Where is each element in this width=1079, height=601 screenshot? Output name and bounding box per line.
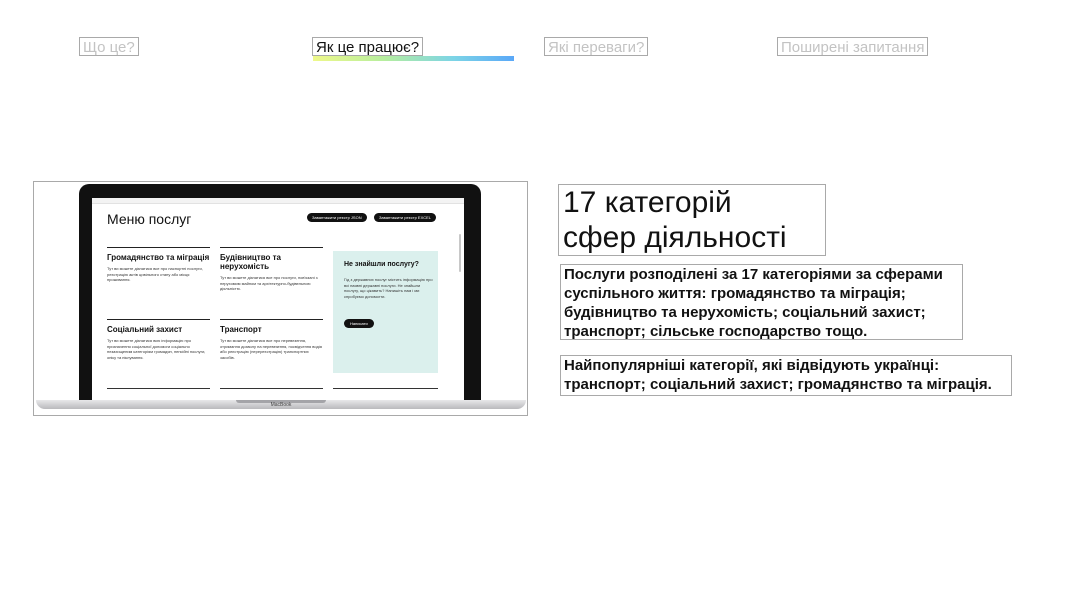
divider bbox=[107, 388, 210, 389]
heading-line-2: сфер діяльності bbox=[563, 221, 787, 254]
help-description: Гід з державних послуг містить інформаці… bbox=[344, 277, 433, 299]
laptop-base: MacBook bbox=[36, 400, 526, 409]
laptop-screen: Меню послуг Завантажити реєстр JSON Зава… bbox=[92, 198, 464, 400]
macbook-label: MacBook bbox=[270, 402, 292, 408]
category-title: Транспорт bbox=[220, 325, 262, 334]
download-excel-button: Завантажити реєстр EXCEL bbox=[374, 213, 437, 222]
category-description: Тут ви можете дізнатися все про послуги,… bbox=[220, 275, 318, 291]
laptop-lid: Меню послуг Завантажити реєстр JSON Зава… bbox=[79, 184, 481, 402]
categories-description: Послуги розподілені за 17 категоріями за… bbox=[560, 264, 963, 340]
category-card: Будівництво та нерухомість Тут ви можете… bbox=[220, 247, 323, 292]
write-us-button: Написати bbox=[344, 319, 374, 328]
divider bbox=[220, 388, 323, 389]
category-description: Тут ви можете дізнатися все про паспортн… bbox=[107, 266, 203, 282]
category-title: Соціальний захист bbox=[107, 325, 183, 334]
not-found-help-box: Не знайшли послугу? Гід з державних посл… bbox=[333, 251, 438, 373]
mac-menubar bbox=[92, 198, 464, 204]
tab-what-is-it[interactable]: Що це? bbox=[79, 37, 139, 56]
category-card: Транспорт Тут ви можете дізнатися все пр… bbox=[220, 319, 323, 360]
categories-heading: 17 категорій сфер діяльності bbox=[558, 184, 826, 256]
category-card: Громадянство та міграція Тут ви можете д… bbox=[107, 247, 210, 283]
popular-categories-text: Найпопулярніші категорії, які відвідують… bbox=[560, 355, 1012, 396]
category-title: Будівництво та нерухомість bbox=[220, 253, 281, 271]
screen-scrollbar bbox=[459, 234, 461, 272]
active-tab-underline bbox=[313, 56, 514, 61]
laptop-illustration: Меню послуг Завантажити реєстр JSON Зава… bbox=[33, 181, 528, 416]
help-title: Не знайшли послугу? bbox=[344, 261, 419, 268]
divider bbox=[333, 388, 438, 389]
category-title: Громадянство та міграція bbox=[107, 253, 210, 262]
category-description: Тут ви можете дізнатися все про перевезе… bbox=[220, 338, 322, 360]
category-description: Тут ви можете дізнатися всю інформацію п… bbox=[107, 338, 206, 360]
heading-line-1: 17 категорій bbox=[563, 186, 732, 219]
download-json-button: Завантажити реєстр JSON bbox=[307, 213, 367, 222]
tab-faq[interactable]: Поширені запитання bbox=[777, 37, 929, 56]
page: Що це? Як це працює? Які переваги? Пошир… bbox=[0, 0, 1079, 601]
tab-how-it-works[interactable]: Як це працює? bbox=[312, 37, 424, 56]
category-card: Соціальний захист Тут ви можете дізнатис… bbox=[107, 319, 210, 360]
services-menu-title: Меню послуг bbox=[107, 211, 192, 227]
tab-advantages[interactable]: Які переваги? bbox=[544, 37, 649, 56]
